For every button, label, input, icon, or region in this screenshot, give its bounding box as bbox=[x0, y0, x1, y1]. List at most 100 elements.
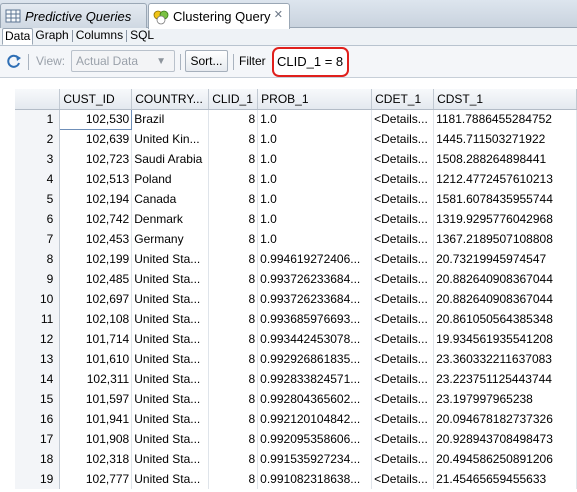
cell-cdet[interactable]: <Details... bbox=[371, 149, 435, 169]
cell-prob[interactable]: 0.992804365602... bbox=[257, 389, 373, 409]
table-row[interactable]: 16 101,941 United Sta... 8 0.992120104842...… bbox=[15, 409, 577, 429]
column-header-prob[interactable]: PROB_1 bbox=[257, 89, 373, 110]
table-row[interactable]: 1 102,530 Brazil 8 1.0 <Details... 1181.788645… bbox=[15, 108, 577, 130]
cell-country[interactable]: Poland bbox=[131, 169, 210, 189]
cell-cust-id[interactable]: 102,194 bbox=[59, 189, 133, 209]
column-header-cdst[interactable]: CDST_1 bbox=[433, 89, 577, 110]
table-row[interactable]: 6 102,742 Denmark 8 1.0 <Details... 1319.92957… bbox=[15, 209, 577, 229]
cell-country[interactable]: Canada bbox=[131, 189, 210, 209]
cell-cust-id[interactable]: 102,639 bbox=[59, 129, 133, 149]
cell-clid[interactable]: 8 bbox=[208, 149, 259, 169]
cell-country[interactable]: United Sta... bbox=[131, 269, 210, 289]
cell-clid[interactable]: 8 bbox=[208, 449, 259, 469]
cell-cdst[interactable]: 1181.7886455284752 bbox=[433, 109, 577, 129]
cell-cdst[interactable]: 1367.2189507108808 bbox=[433, 229, 577, 249]
cell-prob[interactable]: 0.992120104842... bbox=[257, 409, 373, 429]
cell-cdet[interactable]: <Details... bbox=[371, 369, 435, 389]
cell-prob[interactable]: 0.994619272406... bbox=[257, 249, 373, 269]
cell-clid[interactable]: 8 bbox=[208, 429, 259, 449]
cell-cdst[interactable]: 20.928943708498473 bbox=[433, 429, 577, 449]
cell-prob[interactable]: 0.992926861835... bbox=[257, 349, 373, 369]
table-row[interactable]: 19 102,777 United Sta... 8 0.991082318638...… bbox=[15, 469, 577, 489]
table-row[interactable]: 8 102,199 United Sta... 8 0.994619272406... <… bbox=[15, 249, 577, 269]
table-row[interactable]: 11 102,108 United Sta... 8 0.993685976693...… bbox=[15, 309, 577, 329]
cell-cust-id[interactable]: 101,908 bbox=[59, 429, 133, 449]
cell-prob[interactable]: 0.991082318638... bbox=[257, 469, 373, 489]
cell-cdet[interactable]: <Details... bbox=[371, 289, 435, 309]
cell-cust-id[interactable]: 102,199 bbox=[59, 249, 133, 269]
cell-cdst[interactable]: 1445.711503271922 bbox=[433, 129, 577, 149]
cell-cdet[interactable]: <Details... bbox=[371, 449, 435, 469]
cell-cust-id[interactable]: 102,318 bbox=[59, 449, 133, 469]
cell-country[interactable]: Germany bbox=[131, 229, 210, 249]
cell-country[interactable]: United Kin... bbox=[131, 129, 210, 149]
cell-country[interactable]: United Sta... bbox=[131, 469, 210, 489]
cell-clid[interactable]: 8 bbox=[208, 109, 259, 129]
view-select[interactable]: Actual Data ▼ bbox=[71, 50, 175, 72]
tab-clustering-query[interactable]: Clustering Query ✕ bbox=[148, 3, 290, 29]
cell-cdst[interactable]: 19.934561935541208 bbox=[433, 329, 577, 349]
cell-prob[interactable]: 0.991535927234... bbox=[257, 449, 373, 469]
tab-predictive-queries[interactable]: Predictive Queries bbox=[0, 3, 147, 28]
cell-cdst[interactable]: 20.861050564385348 bbox=[433, 309, 577, 329]
cell-country[interactable]: United Sta... bbox=[131, 369, 210, 389]
cell-prob[interactable]: 1.0 bbox=[257, 109, 373, 129]
cell-cdet[interactable]: <Details... bbox=[371, 349, 435, 369]
cell-clid[interactable]: 8 bbox=[208, 329, 259, 349]
cell-prob[interactable]: 0.992095358606... bbox=[257, 429, 373, 449]
table-row[interactable]: 10 102,697 United Sta... 8 0.993726233684...… bbox=[15, 289, 577, 309]
cell-cdet[interactable]: <Details... bbox=[371, 169, 435, 189]
cell-cdet[interactable]: <Details... bbox=[371, 309, 435, 329]
cell-cdet[interactable]: <Details... bbox=[371, 229, 435, 249]
column-header-cdet[interactable]: CDET_1 bbox=[371, 89, 435, 110]
table-row[interactable]: 2 102,639 United Kin... 8 1.0 <Details... 1445… bbox=[15, 129, 577, 149]
cell-prob[interactable]: 0.993726233684... bbox=[257, 289, 373, 309]
cell-country[interactable]: United Sta... bbox=[131, 249, 210, 269]
cell-clid[interactable]: 8 bbox=[208, 409, 259, 429]
cell-cdet[interactable]: <Details... bbox=[371, 429, 435, 449]
tab-graph[interactable]: Graph bbox=[33, 28, 70, 45]
tab-columns[interactable]: Columns bbox=[74, 28, 125, 45]
cell-cdst[interactable]: 20.094678182737326 bbox=[433, 409, 577, 429]
table-row[interactable]: 17 101,908 United Sta... 8 0.992095358606...… bbox=[15, 429, 577, 449]
cell-country[interactable]: United Sta... bbox=[131, 329, 210, 349]
column-header-clid[interactable]: CLID_1 bbox=[208, 89, 259, 110]
cell-cdst[interactable]: 20.73219945974547 bbox=[433, 249, 577, 269]
cell-cdst[interactable]: 21.45465659455633 bbox=[433, 469, 577, 489]
cell-cust-id[interactable]: 102,777 bbox=[59, 469, 133, 489]
cell-cust-id[interactable]: 101,610 bbox=[59, 349, 133, 369]
cell-cdst[interactable]: 20.494586250891206 bbox=[433, 449, 577, 469]
cell-clid[interactable]: 8 bbox=[208, 349, 259, 369]
cell-prob[interactable]: 1.0 bbox=[257, 169, 373, 189]
cell-country[interactable]: Denmark bbox=[131, 209, 210, 229]
cell-prob[interactable]: 1.0 bbox=[257, 229, 373, 249]
cell-cdet[interactable]: <Details... bbox=[371, 329, 435, 349]
cell-country[interactable]: United Sta... bbox=[131, 449, 210, 469]
table-row[interactable]: 3 102,723 Saudi Arabia 8 1.0 <Details... 1508.… bbox=[15, 149, 577, 169]
cell-clid[interactable]: 8 bbox=[208, 209, 259, 229]
results-grid[interactable]: CUST_ID COUNTRY... CLID_1 PROB_1 CDET_1 … bbox=[15, 89, 577, 492]
cell-prob[interactable]: 1.0 bbox=[257, 189, 373, 209]
cell-cust-id[interactable]: 101,941 bbox=[59, 409, 133, 429]
table-row[interactable]: 18 102,318 United Sta... 8 0.991535927234...… bbox=[15, 449, 577, 469]
cell-cust-id[interactable]: 102,530 bbox=[59, 108, 133, 130]
refresh-icon[interactable] bbox=[5, 53, 22, 70]
cell-clid[interactable]: 8 bbox=[208, 469, 259, 489]
cell-prob[interactable]: 0.993442453078... bbox=[257, 329, 373, 349]
cell-cust-id[interactable]: 102,485 bbox=[59, 269, 133, 289]
cell-cdst[interactable]: 20.882640908367044 bbox=[433, 289, 577, 309]
cell-prob[interactable]: 0.993726233684... bbox=[257, 269, 373, 289]
cell-country[interactable]: Saudi Arabia bbox=[131, 149, 210, 169]
table-row[interactable]: 4 102,513 Poland 8 1.0 <Details... 1212.477245… bbox=[15, 169, 577, 189]
cell-cust-id[interactable]: 102,311 bbox=[59, 369, 133, 389]
cell-cdst[interactable]: 23.223751125443744 bbox=[433, 369, 577, 389]
cell-country[interactable]: Brazil bbox=[131, 109, 210, 129]
cell-country[interactable]: United Sta... bbox=[131, 409, 210, 429]
cell-clid[interactable]: 8 bbox=[208, 169, 259, 189]
cell-prob[interactable]: 1.0 bbox=[257, 129, 373, 149]
cell-clid[interactable]: 8 bbox=[208, 289, 259, 309]
cell-clid[interactable]: 8 bbox=[208, 269, 259, 289]
cell-cdet[interactable]: <Details... bbox=[371, 249, 435, 269]
cell-cust-id[interactable]: 102,453 bbox=[59, 229, 133, 249]
cell-cdst[interactable]: 1212.4772457610213 bbox=[433, 169, 577, 189]
